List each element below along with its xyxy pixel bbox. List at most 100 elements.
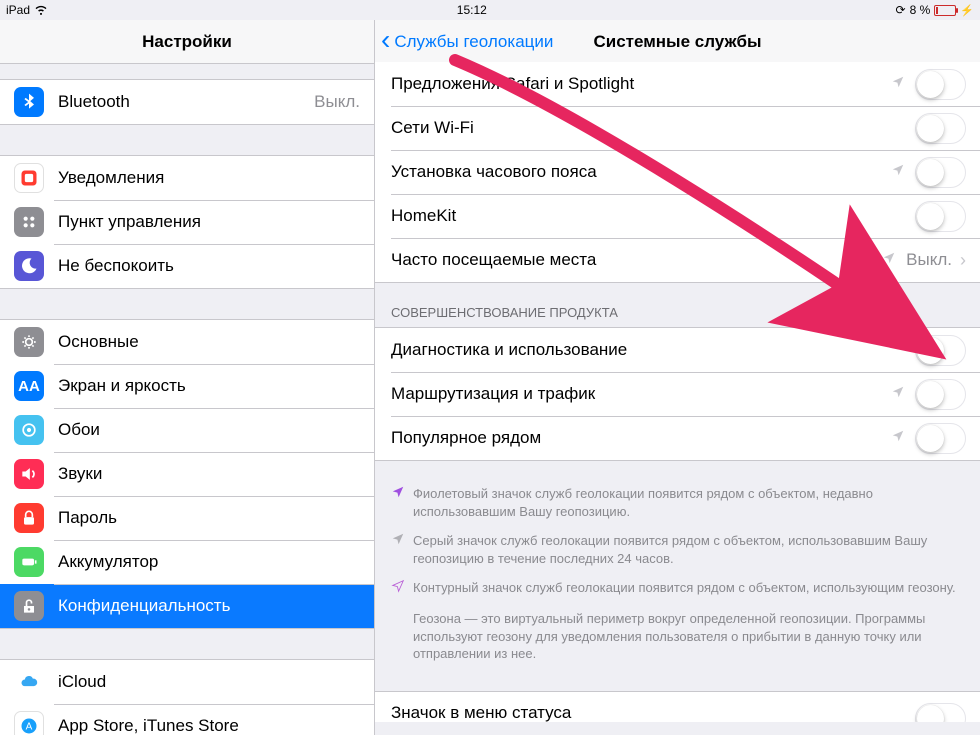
privacy-icon [14,591,44,621]
setting-row-label: Маршрутизация и трафик [391,384,891,404]
detail-title: Системные службы [593,32,761,52]
settings-master-panel: Настройки BluetoothВыкл. Уведомления Пункт… [0,20,375,735]
master-title: Настройки [142,32,232,52]
setting-row-label: Значок в меню статуса [391,703,915,722]
sidebar-item-label: Звуки [58,464,374,484]
master-navbar: Настройки [0,20,374,64]
appstore-icon: A [14,711,44,735]
setting-row-wifi-networks: Сети Wi-Fi [375,106,980,150]
toggle-switch[interactable] [915,157,966,188]
svg-text:A: A [26,721,33,732]
toggle-switch[interactable] [915,423,966,454]
status-bar: iPad 15:12 ⟳ 8 % ⚡ [0,0,980,20]
sidebar-item-label: Основные [58,332,374,352]
sidebar-item-passcode[interactable]: Пароль [0,496,374,540]
sidebar-item-bluetooth[interactable]: BluetoothВыкл. [0,80,374,124]
control-center-icon [14,207,44,237]
sidebar-item-dnd[interactable]: Не беспокоить [0,244,374,288]
sidebar-item-icloud[interactable]: iCloud [0,660,374,704]
toggle-switch[interactable] [915,335,966,366]
location-indicator-icon [891,428,905,448]
location-arrow-gray-icon [391,532,405,567]
sidebar-item-label: Пункт управления [58,212,374,232]
sidebar-item-display[interactable]: AA Экран и яркость [0,364,374,408]
setting-row-diag-usage: Диагностика и использование [375,328,980,372]
setting-row-label: Установка часового пояса [391,162,891,182]
setting-row-label: Сети Wi-Fi [391,118,915,138]
footnote-text: Фиолетовый значок служб геолокации появи… [413,485,964,520]
setting-row-timezone: Установка часового пояса [375,150,980,194]
general-icon [14,327,44,357]
location-indicator-icon [891,74,905,94]
chevron-right-icon: › [960,250,966,271]
sidebar-item-label: Bluetooth [58,92,314,112]
setting-row-homekit: HomeKit [375,194,980,238]
sidebar-item-appstore[interactable]: A App Store, iTunes Store [0,704,374,735]
sidebar-item-label: Пароль [58,508,374,528]
location-arrow-purple-icon [391,485,405,520]
toggle-switch[interactable] [915,113,966,144]
location-indicator-icon [891,384,905,404]
battery-icon [934,5,956,16]
location-arrow-outline-icon [391,579,405,598]
setting-row-label: Предложения Safari и Spotlight [391,74,891,94]
setting-row-label: HomeKit [391,206,915,226]
chevron-left-icon: ‹ [381,26,390,54]
setting-row-label: Диагностика и использование [391,340,915,360]
sidebar-item-sounds[interactable]: Звуки [0,452,374,496]
sidebar-item-notifications[interactable]: Уведомления [0,156,374,200]
display-icon: AA [14,371,44,401]
bluetooth-icon [14,87,44,117]
toggle-switch[interactable] [915,201,966,232]
location-indicator-icon [891,162,905,182]
passcode-icon [14,503,44,533]
setting-row-routing-traffic: Маршрутизация и трафик [375,372,980,416]
location-indicator-icon [882,250,896,270]
sidebar-item-battery[interactable]: Аккумулятор [0,540,374,584]
geofence-explanation: Геозона — это виртуальный периметр вокру… [391,610,964,663]
sidebar-item-label: iCloud [58,672,360,692]
sidebar-item-label: Аккумулятор [58,552,374,572]
orientation-lock-icon: ⟳ [896,3,906,17]
dnd-icon [14,251,44,281]
sounds-icon [14,459,44,489]
toggle-switch[interactable] [915,69,966,100]
footnote-text: Серый значок служб геолокации появится р… [413,532,964,567]
settings-detail-panel: ‹ Службы геолокации Системные службы Пре… [375,20,980,735]
sidebar-item-label: Обои [58,420,374,440]
charging-icon: ⚡ [960,4,974,17]
sidebar-item-label: Экран и яркость [58,376,374,396]
section-header-product-improvement: СОВЕРШЕНСТВОВАНИЕ ПРОДУКТА [375,283,980,327]
icloud-icon [14,667,44,697]
detail-navbar: ‹ Службы геолокации Системные службы [375,20,980,64]
sidebar-item-label: Не беспокоить [58,256,374,276]
wifi-icon [34,3,48,18]
sidebar-item-control-center[interactable]: Пункт управления [0,200,374,244]
setting-row-detail: Выкл. [906,250,952,270]
battery-icon [14,547,44,577]
status-battery-pct: 8 % [910,3,931,17]
notifications-icon [14,163,44,193]
sidebar-item-general[interactable]: Основные [0,320,374,364]
sidebar-item-label: App Store, iTunes Store [58,716,374,735]
toggle-switch[interactable] [915,379,966,410]
back-label: Службы геолокации [394,32,553,52]
sidebar-item-label: Конфиденциальность [58,596,374,616]
wallpaper-icon [14,415,44,445]
setting-row-safari-spotlight: Предложения Safari и Spotlight [375,62,980,106]
sidebar-item-wallpaper[interactable]: Обои [0,408,374,452]
setting-row-label: Популярное рядом [391,428,891,448]
sidebar-item-detail: Выкл. [314,92,360,112]
status-device-name: iPad [6,3,30,17]
back-button[interactable]: ‹ Службы геолокации [381,20,553,63]
setting-row-status-icon: Значок в меню статуса [375,692,980,722]
setting-row-frequent-locations[interactable]: Часто посещаемые места Выкл. › [375,238,980,282]
toggle-switch[interactable] [915,703,966,722]
sidebar-item-privacy[interactable]: Конфиденциальность [0,584,374,628]
footnote-text: Контурный значок служб геолокации появит… [413,579,956,598]
sidebar-item-label: Уведомления [58,168,374,188]
status-time: 15:12 [457,3,487,17]
footer-notes: Фиолетовый значок служб геолокации появи… [375,461,980,673]
setting-row-label: Часто посещаемые места [391,250,882,270]
setting-row-popular-nearby: Популярное рядом [375,416,980,460]
